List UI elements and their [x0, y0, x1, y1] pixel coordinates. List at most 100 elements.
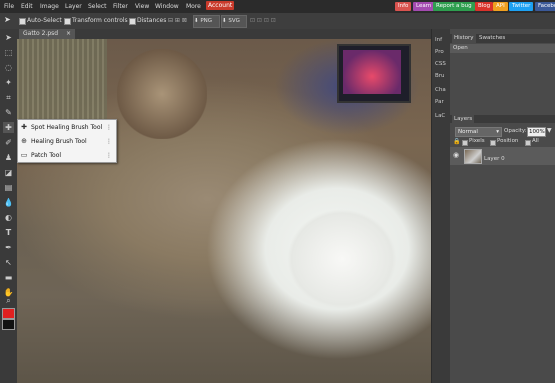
brush-tool-icon[interactable]: ✐: [3, 137, 14, 148]
eraser-icon[interactable]: ◪: [3, 167, 14, 178]
paragraph-panel-button[interactable]: Par: [435, 99, 444, 105]
auto-select-checkbox[interactable]: [19, 18, 26, 25]
patch-tool-label: Patch Tool: [31, 152, 62, 159]
menu-account[interactable]: Account: [206, 1, 235, 10]
background-tv-image: [337, 44, 411, 103]
spot-healing-brush-label: Spot Healing Brush Tool: [31, 124, 103, 131]
transform-controls-checkbox[interactable]: [64, 18, 71, 25]
history-item[interactable]: Open: [450, 44, 555, 53]
shape-tool-icon[interactable]: ▬: [3, 272, 14, 283]
info-panel-button[interactable]: Inf: [435, 37, 442, 43]
menu-window[interactable]: Window: [155, 3, 179, 10]
menu-layer[interactable]: Layer: [65, 3, 82, 10]
menu-filter[interactable]: Filter: [113, 3, 128, 10]
tab-swatches[interactable]: Swatches: [477, 34, 507, 43]
path-select-icon[interactable]: ↖: [3, 257, 14, 268]
tab-layers[interactable]: Layers: [452, 115, 475, 124]
patch-icon: ▭: [20, 151, 28, 159]
menu-more[interactable]: More: [186, 3, 201, 10]
lock-all-checkbox[interactable]: [525, 140, 531, 146]
spot-healing-brush-icon: ✚: [21, 123, 27, 131]
eye-icon[interactable]: ◉: [453, 151, 459, 159]
opacity-dropdown-icon[interactable]: ▼: [547, 127, 552, 134]
lock-all-label: All: [532, 138, 539, 144]
lock-pixels-checkbox[interactable]: [462, 140, 468, 146]
cat-head-image: [117, 49, 207, 139]
layers-panel-header: Layers: [450, 115, 555, 124]
document-tab-label: Gatto 2.psd: [23, 30, 59, 37]
layer-row[interactable]: ◉ Layer 0: [450, 147, 555, 165]
foreground-color-swatch[interactable]: [2, 308, 15, 319]
learn-button[interactable]: Learn: [413, 2, 435, 11]
right-panels: History Swatches Open Layers Normal ▾ Op…: [450, 29, 555, 383]
magic-wand-icon[interactable]: ✦: [3, 77, 14, 88]
info-button[interactable]: Info: [395, 2, 412, 11]
healing-brush-menu-item[interactable]: ⊕ Healing Brush Tool ⋮: [18, 135, 116, 148]
zoom-tool-icon[interactable]: ⌕: [3, 295, 14, 306]
lock-position-checkbox[interactable]: [490, 140, 496, 146]
more-icon: ⋮: [106, 124, 112, 131]
report-bug-button[interactable]: Report a bug: [433, 2, 475, 11]
distances-label: Distances: [137, 17, 167, 24]
dodge-tool-icon[interactable]: ◐: [3, 212, 14, 223]
background-color-swatch[interactable]: [2, 319, 15, 330]
healing-tools-menu: ✚ Spot Healing Brush Tool ⋮ ⊕ Healing Br…: [17, 119, 117, 163]
transform-controls-label: Transform controls: [72, 17, 128, 24]
menu-view[interactable]: View: [135, 3, 149, 10]
menu-image[interactable]: Image: [40, 3, 59, 10]
gradient-tool-icon[interactable]: ▤: [3, 182, 14, 193]
close-icon[interactable]: ×: [66, 30, 71, 37]
properties-panel-button[interactable]: Pro: [435, 49, 444, 55]
blog-button[interactable]: Blog: [475, 2, 494, 11]
api-button[interactable]: API: [493, 2, 508, 11]
crop-tool-icon[interactable]: ⌗: [3, 92, 14, 103]
css-panel-button[interactable]: CSS: [435, 61, 446, 67]
menu-edit[interactable]: Edit: [21, 3, 33, 10]
marquee-tool-icon[interactable]: ⬚: [3, 47, 14, 58]
move-tool-icon[interactable]: ➤: [3, 32, 14, 43]
layer-comps-panel-button[interactable]: LaC: [435, 113, 445, 119]
facebook-button[interactable]: Facebook: [535, 2, 555, 11]
opacity-value: 100%: [529, 129, 545, 135]
export-png-label: PNG: [200, 18, 213, 24]
tv-screen-image: [343, 50, 401, 94]
blend-mode-select[interactable]: Normal ▾: [455, 127, 502, 137]
brush-panel-button[interactable]: Bru: [435, 73, 445, 79]
blend-mode-value: Normal: [458, 129, 478, 135]
menu-file[interactable]: File: [4, 3, 14, 10]
layer-name: Layer 0: [484, 156, 505, 162]
spot-healing-brush-menu-item[interactable]: ✚ Spot Healing Brush Tool ⋮: [18, 121, 116, 134]
lasso-tool-icon[interactable]: ◌: [3, 62, 14, 73]
character-panel-button[interactable]: Cha: [435, 87, 446, 93]
type-tool-icon[interactable]: T: [3, 227, 14, 238]
patch-tool-menu-item[interactable]: ▭ Patch Tool ⋮: [18, 149, 116, 162]
tools-panel: ➤ ⬚ ◌ ✦ ⌗ ✎ ✚ ✐ ♟ ◪ ▤ 💧 ◐ T ✒ ↖ ▬ ✋ ⌕: [0, 29, 18, 383]
export-svg-label: SVG: [228, 18, 240, 24]
image-canvas[interactable]: [17, 39, 431, 383]
download-icon: ⬇: [194, 18, 199, 24]
document-tab-bar: Gatto 2.psd ×: [17, 29, 431, 39]
opacity-input[interactable]: 100%: [527, 127, 546, 137]
document-tab[interactable]: Gatto 2.psd ×: [19, 29, 76, 39]
export-svg-button[interactable]: ⬇ SVG: [221, 15, 247, 28]
panel-shortcuts: Inf Pro CSS Bru Cha Par LaC: [431, 29, 451, 383]
distribute-icons[interactable]: ⊡ ⊡ ⊡ ⊡: [250, 17, 276, 24]
export-png-button[interactable]: ⬇ PNG: [193, 15, 220, 28]
align-icons[interactable]: ⊟ ⊞ ⊠: [168, 17, 187, 24]
options-bar: ➤ Auto-Select Transform controls Distanc…: [0, 13, 555, 30]
eyedropper-icon[interactable]: ✎: [3, 107, 14, 118]
lock-icon: 🔒: [453, 138, 461, 145]
tab-history[interactable]: History: [452, 34, 476, 43]
clone-stamp-icon[interactable]: ♟: [3, 152, 14, 163]
chevron-down-icon: ▾: [496, 129, 499, 135]
healing-brush-icon[interactable]: ✚: [3, 122, 14, 133]
menu-select[interactable]: Select: [88, 3, 107, 10]
opacity-label: Opacity:: [504, 128, 527, 134]
healing-brush-icon: ⊕: [21, 137, 27, 145]
pen-tool-icon[interactable]: ✒: [3, 242, 14, 253]
layer-thumbnail: [464, 149, 482, 164]
move-tool-icon[interactable]: ➤: [4, 15, 11, 24]
twitter-button[interactable]: Twitter: [509, 2, 534, 11]
distances-checkbox[interactable]: [129, 18, 136, 25]
blur-tool-icon[interactable]: 💧: [3, 197, 14, 208]
